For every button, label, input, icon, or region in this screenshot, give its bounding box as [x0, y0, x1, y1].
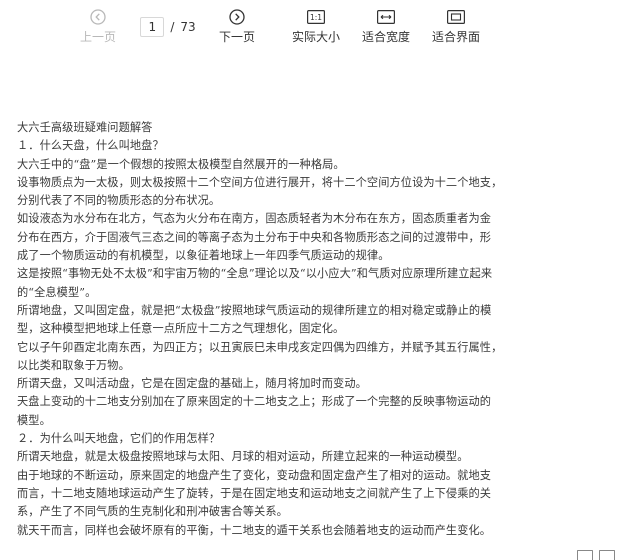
doc-title: 大六壬高级班疑难问题解答	[17, 121, 153, 134]
doc-line: １．什么天盘，什么叫地盘？	[17, 139, 164, 153]
next-page-button[interactable]: 下一页	[219, 8, 255, 44]
prev-page-label: 上一页	[80, 30, 117, 44]
doc-line: 模型。	[17, 413, 51, 427]
doc-line: 大六壬中的“盘”是一个假想的按照太极模型自然展开的一种格局。	[17, 157, 345, 171]
circle-chevron-right-icon	[229, 8, 245, 26]
doc-line: 所谓天地盘，就是太极盘按照地球与太阳、月球的相对运动，所建立起来的一种运动模型。	[17, 450, 469, 464]
fit-page-icon	[447, 8, 465, 26]
actual-size-icon: 1:1	[307, 8, 325, 26]
actual-size-button[interactable]: 1:1 实际大小	[292, 8, 340, 44]
doc-line: 如设液态为水分布在北方，气态为火分布在南方，固态质轻者为木分布在东方，固态质重者…	[17, 212, 492, 226]
doc-line: 成了一个物质运动的有机模型，以象征着地球上一年四季气质运动的规律。	[17, 249, 390, 263]
viewer-toolbar: 上一页 1 / 73 下一页 1:1 实际大小 适合宽度 适合界面	[0, 0, 619, 56]
fit-width-icon	[377, 8, 395, 26]
doc-line: 由于地球的不断运动，原来固定的地盘产生了变化，变动盘和固定盘产生了相对的运动。就…	[17, 468, 492, 482]
doc-line: 以比类和取象于万物。	[17, 358, 130, 372]
document-text: 大六壬高级班疑难问题解答 １．什么天盘，什么叫地盘？ 大六壬中的“盘”是一个假想…	[17, 119, 527, 540]
current-page-input[interactable]: 1	[140, 17, 165, 37]
fit-page-label: 适合界面	[432, 30, 481, 44]
doc-line: 就天干而言，同样也会破坏原有的平衡，十二地支的遁干关系也会随着地支的运动而产生变…	[17, 523, 492, 537]
doc-line: 的“全息模型”。	[17, 285, 97, 299]
prev-page-button[interactable]: 上一页	[80, 8, 116, 44]
document-page: 大六壬高级班疑难问题解答 １．什么天盘，什么叫地盘？ 大六壬中的“盘”是一个假想…	[0, 56, 619, 560]
corner-button-icon[interactable]	[599, 550, 615, 560]
total-pages: 73	[180, 20, 196, 34]
doc-line: 而言，十二地支随地球运动产生了旋转，于是在固定地支和运动地支之间就产生了上下侵乘…	[17, 486, 492, 500]
doc-line: 分布在西方，介于固液气三态之间的等离子态为土分布于中央和各物质形态之间的过渡带中…	[17, 230, 492, 244]
fit-width-label: 适合宽度	[362, 30, 411, 44]
corner-button-icon[interactable]	[577, 550, 593, 560]
doc-line: 天盘上变动的十二地支分别加在了原来固定的十二地支之上；形成了一个完整的反映事物运…	[17, 395, 492, 409]
corner-controls	[577, 550, 615, 560]
doc-line: ２．为什么叫天地盘，它们的作用怎样？	[17, 432, 221, 446]
doc-line: 分别代表了不同的物质形态的分布状况。	[17, 194, 221, 208]
doc-line: 这是按照“事物无处不太极”和宇宙万物的“全息”理论以及“以小应大”和气质对应原理…	[17, 267, 493, 281]
actual-size-label: 实际大小	[292, 30, 341, 44]
fit-page-button[interactable]: 适合界面	[432, 8, 480, 44]
doc-line: 设事物质点为一太极，则太极按照十二个空间方位进行展开，将十二个空间方位设为十二个…	[17, 175, 503, 189]
actual-size-icon-text: 1:1	[310, 13, 322, 22]
fit-width-button[interactable]: 适合宽度	[362, 8, 410, 44]
doc-line: 系，产生了不同气质的生克制化和刑冲破害合等关系。	[17, 505, 288, 519]
doc-line: 它以子午卯酉定北南东西，为四正方；以丑寅辰巳未申戌亥定四偶为四维方，并赋予其五行…	[17, 340, 503, 354]
page-separator: /	[170, 20, 175, 34]
page-indicator: 1 / 73	[138, 16, 198, 38]
circle-chevron-left-icon	[90, 8, 106, 26]
doc-line: 所谓地盘，又叫固定盘，就是把“太极盘”按照地球气质运动的规律所建立的相对稳定或静…	[17, 303, 492, 317]
doc-line: 型，这种模型把地球上任意一点所应十二方之气理想化，固定化。	[17, 322, 345, 336]
next-page-label: 下一页	[219, 30, 256, 44]
doc-line: 所谓天盘，又叫活动盘，它是在固定盘的基础上，随月将加时而变动。	[17, 377, 367, 391]
